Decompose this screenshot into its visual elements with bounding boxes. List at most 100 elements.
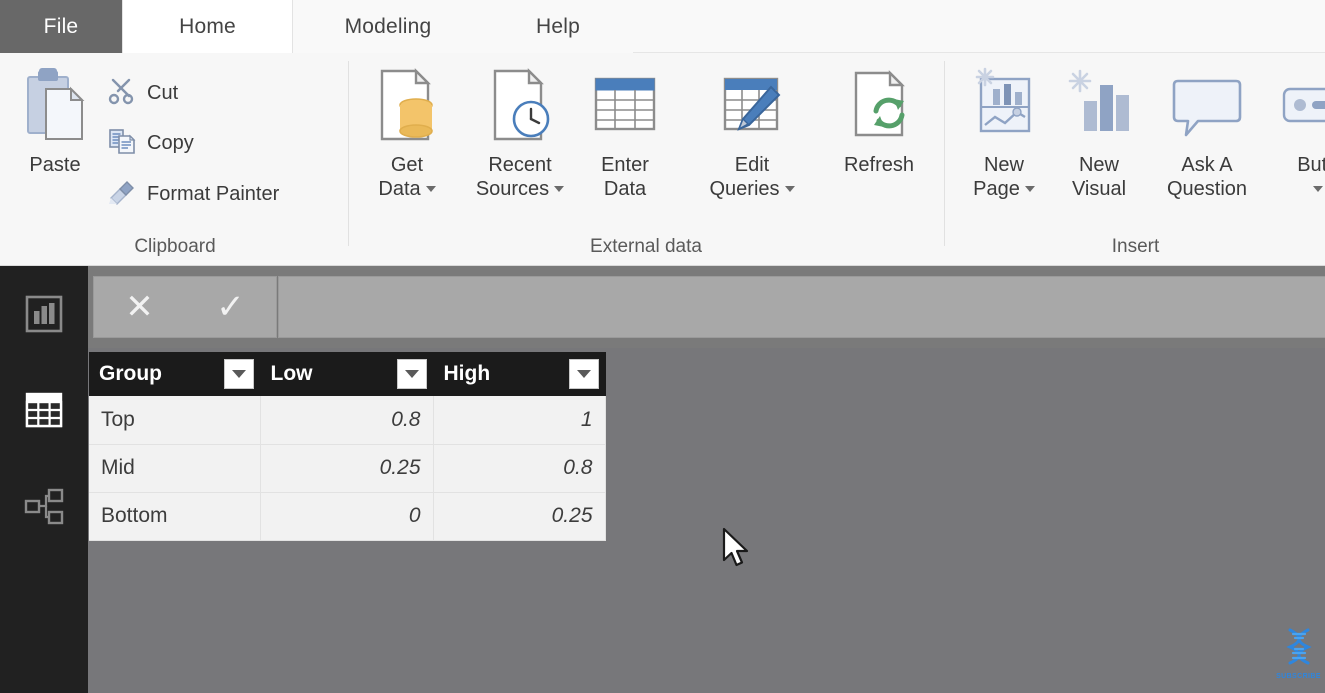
cell-low[interactable]: 0.8 xyxy=(260,396,433,444)
column-header-low[interactable]: Low xyxy=(260,352,433,396)
paste-button[interactable]: Paste xyxy=(14,67,96,178)
cell-group[interactable]: Mid xyxy=(89,444,260,492)
new-page-icon xyxy=(967,67,1041,150)
database-document-icon xyxy=(370,67,444,150)
new-page-label-line1: New xyxy=(984,154,1024,178)
refresh-icon xyxy=(842,67,916,150)
sidebar-item-data-view[interactable] xyxy=(22,390,66,434)
formula-bar-buttons: ✕ ✓ xyxy=(93,276,277,338)
table-header-row: Group Low High xyxy=(89,352,605,396)
power-bi-window: File Home Modeling Help xyxy=(0,0,1325,693)
tab-home[interactable]: Home xyxy=(122,0,293,53)
recent-sources-label-line2: Sources xyxy=(476,178,564,202)
chevron-down-icon[interactable] xyxy=(554,186,564,192)
enter-data-label-line1: Enter xyxy=(601,154,649,178)
column-header-group-label: Group xyxy=(99,362,162,386)
sidebar-item-report-view[interactable] xyxy=(22,294,66,338)
table-grid-icon xyxy=(24,390,64,435)
scissors-icon xyxy=(108,77,136,110)
tab-modeling[interactable]: Modeling xyxy=(293,0,483,53)
cell-high[interactable]: 0.25 xyxy=(433,492,605,540)
cell-high[interactable]: 0.8 xyxy=(433,444,605,492)
relationships-icon xyxy=(24,486,64,531)
enter-data-button[interactable]: Enter Data xyxy=(585,67,665,201)
column-header-group[interactable]: Group xyxy=(89,352,260,396)
chevron-down-icon xyxy=(577,370,591,378)
ask-a-question-button[interactable]: Ask A Question xyxy=(1145,67,1269,201)
clipboard-group-label: Clipboard xyxy=(20,236,330,258)
copy-icon xyxy=(108,127,136,160)
column-header-high[interactable]: High xyxy=(433,352,605,396)
filter-button-high[interactable] xyxy=(569,359,599,389)
tab-help[interactable]: Help xyxy=(483,0,633,53)
table-icon xyxy=(588,67,662,150)
cell-group[interactable]: Top xyxy=(89,396,260,444)
speech-bubble-icon xyxy=(1170,67,1244,150)
button-icon xyxy=(1278,67,1325,150)
mouse-cursor xyxy=(722,527,752,571)
chevron-down-icon xyxy=(405,370,419,378)
data-table: Group Low High xyxy=(89,352,606,541)
ask-a-question-label-line2: Question xyxy=(1167,178,1247,202)
watermark: SUBSCRIBE xyxy=(1272,620,1325,682)
cell-low[interactable]: 0 xyxy=(260,492,433,540)
column-header-high-label: High xyxy=(444,362,491,386)
group-separator xyxy=(348,61,349,246)
chevron-down-icon xyxy=(232,370,246,378)
chevron-down-icon[interactable] xyxy=(1025,186,1035,192)
cut-button[interactable]: Cut xyxy=(108,77,178,110)
document-clock-icon xyxy=(483,67,557,150)
new-page-button[interactable]: New Page xyxy=(958,67,1050,201)
get-data-label-line1: Get xyxy=(391,154,423,178)
chevron-down-icon[interactable] xyxy=(785,186,795,192)
buttons-button[interactable]: Butt xyxy=(1272,67,1325,201)
ask-a-question-label-line1: Ask A xyxy=(1181,154,1232,178)
sidebar-item-model-view[interactable] xyxy=(22,486,66,530)
formula-bar: ✕ ✓ xyxy=(88,266,1325,348)
copy-label: Copy xyxy=(147,132,194,155)
table-row[interactable]: Bottom 0 0.25 xyxy=(89,492,605,540)
table-row[interactable]: Top 0.8 1 xyxy=(89,396,605,444)
cell-high[interactable]: 1 xyxy=(433,396,605,444)
paste-icon xyxy=(24,67,86,150)
formula-input[interactable] xyxy=(278,276,1325,338)
edit-queries-label-line2: Queries xyxy=(709,178,794,202)
cancel-icon[interactable]: ✕ xyxy=(125,290,154,324)
refresh-button[interactable]: Refresh xyxy=(826,67,932,178)
new-visual-label-line2: Visual xyxy=(1072,178,1126,202)
get-data-label-line2: Data xyxy=(378,178,435,202)
dna-helix-icon xyxy=(1277,623,1321,672)
tab-modeling-label: Modeling xyxy=(345,15,432,39)
cell-group[interactable]: Bottom xyxy=(89,492,260,540)
confirm-icon[interactable]: ✓ xyxy=(216,290,245,324)
cut-label: Cut xyxy=(147,82,178,105)
tab-file-label: File xyxy=(44,15,79,39)
refresh-label-line1: Refresh xyxy=(844,154,914,178)
table-row[interactable]: Mid 0.25 0.8 xyxy=(89,444,605,492)
paintbrush-icon xyxy=(108,178,136,211)
table-pencil-icon xyxy=(715,67,789,150)
ribbon-tab-bar: File Home Modeling Help xyxy=(0,0,1325,53)
filter-button-group[interactable] xyxy=(224,359,254,389)
chevron-down-icon[interactable] xyxy=(426,186,436,192)
new-visual-button[interactable]: New Visual xyxy=(1057,67,1141,201)
get-data-button[interactable]: Get Data xyxy=(362,67,452,201)
filter-button-low[interactable] xyxy=(397,359,427,389)
group-separator xyxy=(944,61,945,246)
format-painter-button[interactable]: Format Painter xyxy=(108,178,279,211)
cell-low[interactable]: 0.25 xyxy=(260,444,433,492)
tab-file[interactable]: File xyxy=(0,0,122,53)
external-data-group-label: External data xyxy=(350,236,942,258)
format-painter-label: Format Painter xyxy=(147,183,279,206)
copy-button[interactable]: Copy xyxy=(108,127,194,160)
chevron-down-icon[interactable] xyxy=(1313,186,1323,192)
edit-queries-button[interactable]: Edit Queries xyxy=(696,67,808,201)
new-visual-icon xyxy=(1062,67,1136,150)
column-header-low-label: Low xyxy=(271,362,313,386)
insert-group-label: Insert xyxy=(946,236,1325,258)
buttons-label-line2 xyxy=(1308,178,1323,202)
recent-sources-button[interactable]: Recent Sources xyxy=(465,67,575,201)
new-page-label-line2: Page xyxy=(973,178,1035,202)
recent-sources-label-line1: Recent xyxy=(488,154,551,178)
buttons-label-line1: Butt xyxy=(1297,154,1325,178)
